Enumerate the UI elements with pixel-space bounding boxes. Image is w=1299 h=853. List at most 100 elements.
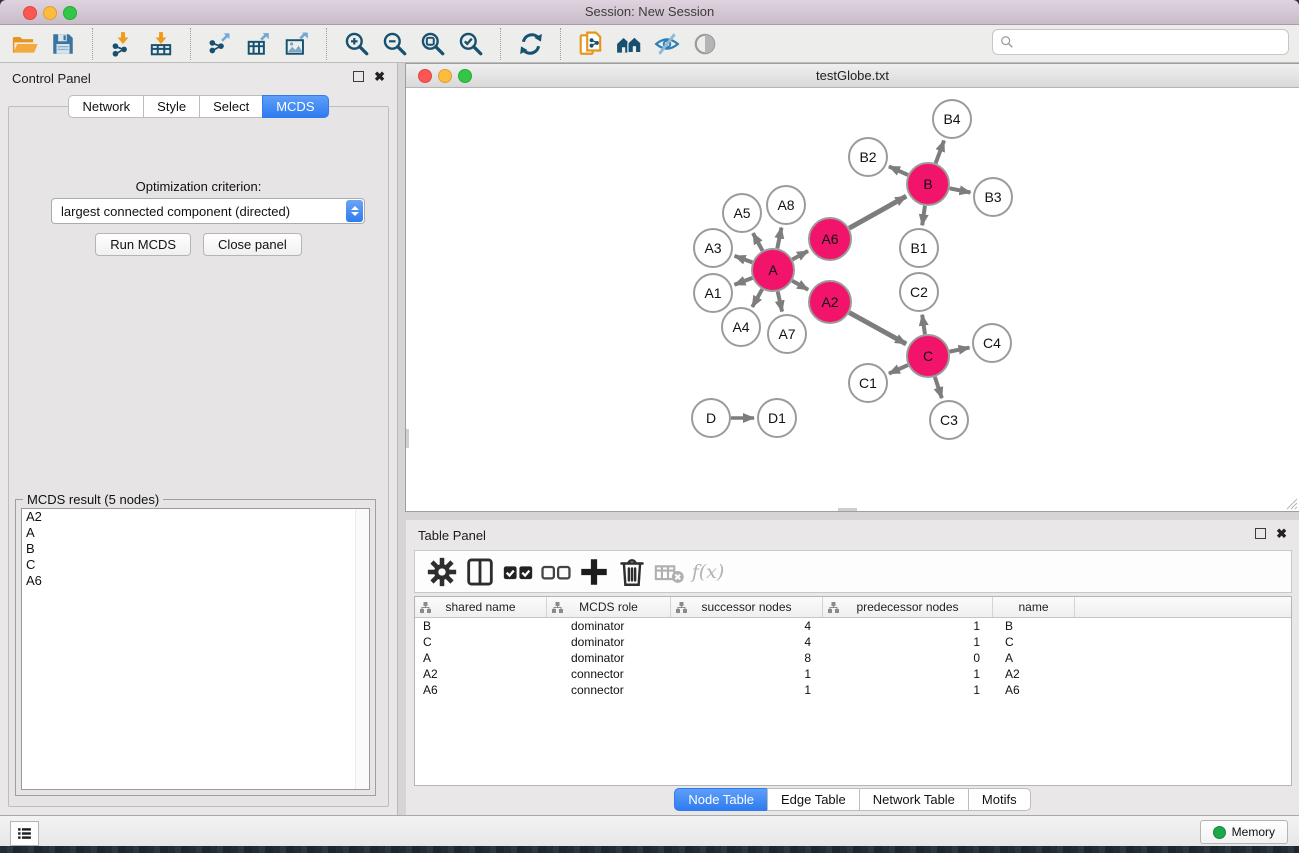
graph-edge-A-A3[interactable]: [735, 256, 753, 263]
graph-node-B4[interactable]: B4: [933, 100, 971, 138]
criterion-dropdown[interactable]: largest connected component (directed): [51, 198, 365, 224]
column-header-shared-name[interactable]: shared name: [415, 597, 547, 617]
delete-table-icon[interactable]: [653, 556, 687, 588]
task-history-button[interactable]: [10, 821, 39, 846]
graph-edge-B-B4[interactable]: [936, 141, 944, 164]
memory-button[interactable]: Memory: [1200, 820, 1288, 844]
result-list-item[interactable]: A6: [22, 573, 369, 589]
deselect-all-checkboxes-icon[interactable]: [539, 556, 573, 588]
refresh-icon[interactable]: [512, 28, 550, 60]
column-header-successor-nodes[interactable]: successor nodes: [671, 597, 823, 617]
table-row[interactable]: Bdominator41B: [415, 618, 1291, 634]
tab-select[interactable]: Select: [199, 95, 263, 118]
graph-node-A1[interactable]: A1: [694, 274, 732, 312]
float-panel-icon[interactable]: [353, 71, 364, 82]
network-window-titlebar[interactable]: testGlobe.txt: [406, 64, 1299, 88]
import-network-icon[interactable]: [104, 28, 142, 60]
select-all-checkboxes-icon[interactable]: [501, 556, 535, 588]
column-header-name[interactable]: name: [993, 597, 1075, 617]
graph-edge-A-A1[interactable]: [734, 278, 752, 285]
table-settings-icon[interactable]: [425, 556, 459, 588]
search-field[interactable]: [992, 29, 1289, 55]
graph-edge-A6-B[interactable]: [849, 196, 906, 228]
graph-edge-C-C4[interactable]: [950, 348, 970, 352]
zoom-fit-icon[interactable]: [414, 28, 452, 60]
graph-edge-A-A7[interactable]: [778, 291, 782, 311]
open-file-icon[interactable]: [6, 28, 44, 60]
graph-edge-C-C1[interactable]: [889, 365, 908, 374]
show-all-icon[interactable]: [610, 28, 648, 60]
graph-edge-B-B3[interactable]: [950, 188, 971, 192]
graph-edge-A-A6[interactable]: [792, 251, 808, 260]
result-list-scrollbar[interactable]: [355, 509, 369, 789]
graph-node-C3[interactable]: C3: [930, 401, 968, 439]
zoom-in-icon[interactable]: [338, 28, 376, 60]
graph-node-A5[interactable]: A5: [723, 194, 761, 232]
graph-node-A6[interactable]: A6: [809, 218, 851, 260]
import-table-icon[interactable]: [142, 28, 180, 60]
graph-node-C1[interactable]: C1: [849, 364, 887, 402]
graph-node-D[interactable]: D: [692, 399, 730, 437]
table-row[interactable]: A6connector11A6: [415, 682, 1291, 698]
add-column-icon[interactable]: [577, 556, 611, 588]
table-row[interactable]: Adominator80A: [415, 650, 1291, 666]
network-canvas[interactable]: AA1A2A3A4A5A6A7A8BB1B2B3B4CC1C2C3C4DD1: [406, 88, 1299, 511]
graph-edge-A-A5[interactable]: [753, 233, 763, 250]
function-builder-icon[interactable]: f(x): [691, 556, 725, 588]
tab-mcds[interactable]: MCDS: [262, 95, 328, 118]
graph-node-B1[interactable]: B1: [900, 229, 938, 267]
show-graphics-details-icon[interactable]: [686, 28, 724, 60]
canvas-vertical-scroll-nub[interactable]: [406, 429, 409, 448]
graph-node-A2[interactable]: A2: [809, 281, 851, 323]
graph-node-C2[interactable]: C2: [900, 273, 938, 311]
column-layout-icon[interactable]: [463, 556, 497, 588]
tab-network[interactable]: Network: [68, 95, 144, 118]
table-row[interactable]: Cdominator41C: [415, 634, 1291, 650]
run-mcds-button[interactable]: Run MCDS: [95, 233, 191, 256]
graph-node-A8[interactable]: A8: [767, 186, 805, 224]
result-list-item[interactable]: A: [22, 525, 369, 541]
hide-selected-icon[interactable]: [648, 28, 686, 60]
graph-edge-B-B2[interactable]: [889, 166, 908, 175]
tab-edge-table[interactable]: Edge Table: [767, 788, 860, 811]
close-panel-icon[interactable]: ✖: [374, 71, 385, 82]
graph-node-B2[interactable]: B2: [849, 138, 887, 176]
close-panel-button[interactable]: Close panel: [203, 233, 302, 256]
save-session-icon[interactable]: [44, 28, 82, 60]
close-table-panel-icon[interactable]: ✖: [1276, 528, 1287, 539]
new-network-from-selection-icon[interactable]: [572, 28, 610, 60]
graph-edge-B-B1[interactable]: [922, 206, 925, 225]
zoom-selected-icon[interactable]: [452, 28, 490, 60]
tab-motifs[interactable]: Motifs: [968, 788, 1031, 811]
export-table-icon[interactable]: [240, 28, 278, 60]
export-network-icon[interactable]: [202, 28, 240, 60]
graph-edge-A-A4[interactable]: [752, 289, 762, 307]
zoom-out-icon[interactable]: [376, 28, 414, 60]
table-row[interactable]: A2connector11A2: [415, 666, 1291, 682]
tab-node-table[interactable]: Node Table: [674, 788, 768, 811]
graph-node-A7[interactable]: A7: [768, 315, 806, 353]
result-list-item[interactable]: B: [22, 541, 369, 557]
tab-style[interactable]: Style: [143, 95, 200, 118]
graph-node-A4[interactable]: A4: [722, 308, 760, 346]
float-table-panel-icon[interactable]: [1255, 528, 1266, 539]
resize-grip-icon[interactable]: [1285, 497, 1298, 510]
canvas-horizontal-scroll-nub[interactable]: [838, 508, 857, 511]
graph-node-A3[interactable]: A3: [694, 229, 732, 267]
graph-node-C[interactable]: C: [907, 335, 949, 377]
graph-node-B[interactable]: B: [907, 163, 949, 205]
export-image-icon[interactable]: [278, 28, 316, 60]
graph-node-C4[interactable]: C4: [973, 324, 1011, 362]
column-header-predecessor-nodes[interactable]: predecessor nodes: [823, 597, 993, 617]
search-input[interactable]: [1018, 32, 1288, 52]
node-table[interactable]: shared nameMCDS rolesuccessor nodesprede…: [414, 596, 1292, 786]
delete-column-icon[interactable]: [615, 556, 649, 588]
graph-edge-A-A2[interactable]: [792, 281, 808, 290]
graph-edge-C-C2[interactable]: [922, 315, 925, 334]
graph-node-A[interactable]: A: [752, 249, 794, 291]
result-list-item[interactable]: A2: [22, 509, 369, 525]
graph-node-B3[interactable]: B3: [974, 178, 1012, 216]
graph-edge-A2-C[interactable]: [849, 313, 906, 344]
column-header-MCDS-role[interactable]: MCDS role: [547, 597, 671, 617]
mcds-result-list[interactable]: A2ABCA6: [21, 508, 370, 790]
